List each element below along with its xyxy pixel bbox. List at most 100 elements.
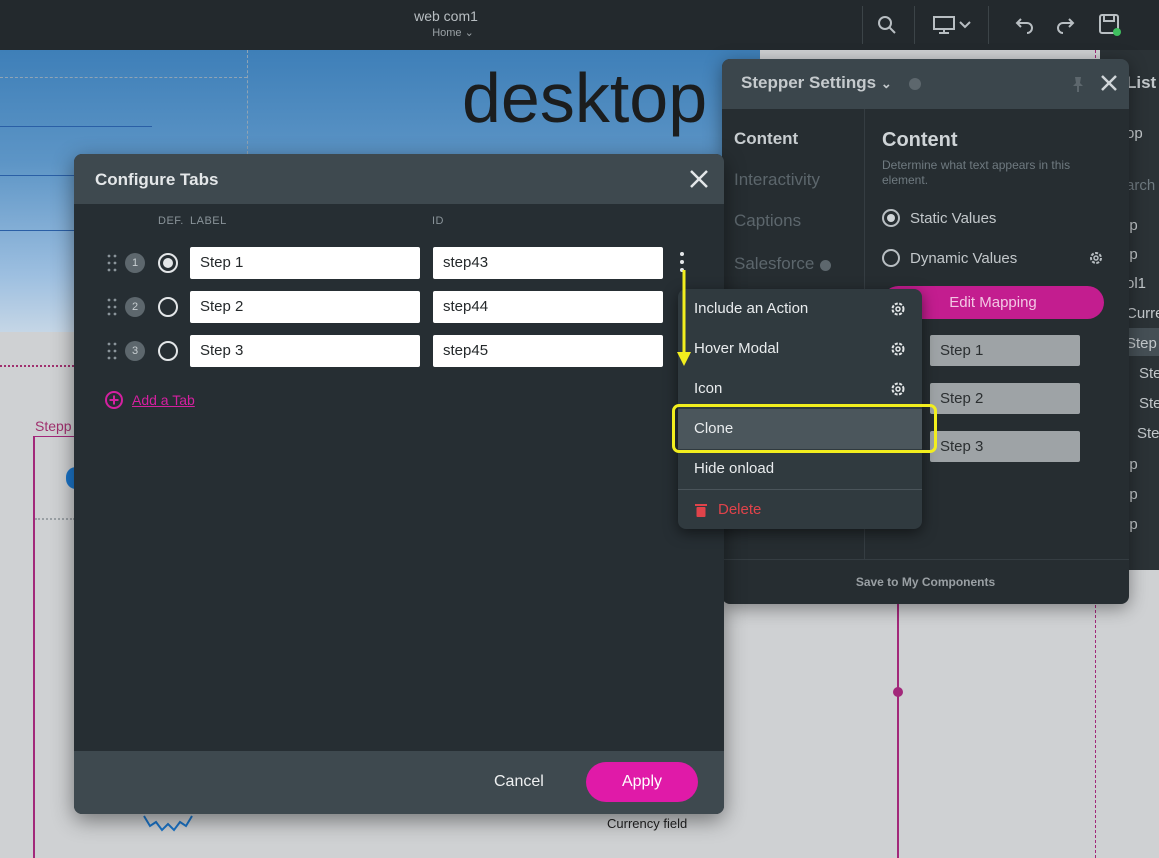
menu-item-hide-onload[interactable]: Hide onload [678,449,922,489]
id-input[interactable]: step45 [433,335,663,367]
radio-selected[interactable] [882,209,900,227]
default-radio[interactable] [158,341,178,361]
selection-outline [33,436,74,437]
redo-button[interactable] [1052,10,1080,40]
configure-tabs-modal: Configure Tabs DEF. LABEL ID 1 Step 1 st… [74,154,724,814]
nav-salesforce[interactable]: Salesforce [734,254,814,274]
tab-row: 1 Step 1 step43 [74,247,724,279]
panel-title[interactable]: Stepper Settings ⌄ [741,73,892,93]
guide-line [0,230,74,231]
column-header-label: LABEL [190,215,227,227]
list-item[interactable]: Step [1126,335,1157,352]
resize-handle[interactable] [893,687,903,697]
close-icon[interactable] [688,168,710,190]
menu-item-hover-modal[interactable]: Hover Modal [678,329,922,369]
nav-interactivity[interactable]: Interactivity [734,170,820,190]
list-search[interactable]: arch [1126,177,1155,194]
list-item[interactable]: ol1 [1126,275,1146,292]
modal-footer: Cancel Apply [74,751,724,814]
selection-outline [897,604,899,858]
annotation-arrow [677,270,691,366]
modal-header: Configure Tabs [74,154,724,204]
default-radio[interactable] [158,297,178,317]
radio-unselected[interactable] [882,249,900,267]
guide-line [247,50,248,154]
search-icon [878,16,896,34]
default-radio[interactable] [158,253,178,273]
row-number: 2 [125,297,145,317]
undo-button[interactable] [1010,10,1038,40]
content-title: Content [882,129,958,151]
menu-item-delete[interactable]: Delete [678,490,922,530]
pin-icon[interactable] [1070,75,1086,93]
gear-icon[interactable] [890,341,906,357]
chevron-down-icon: ⌄ [880,76,892,91]
device-selector[interactable] [930,10,974,40]
desktop-icon [933,16,955,34]
close-icon[interactable] [1100,74,1118,92]
info-icon[interactable] [909,78,921,90]
static-values-label: Static Values [910,209,997,227]
column-header-default: DEF. [158,215,184,227]
drag-handle-icon[interactable] [107,298,117,316]
step-field[interactable]: Step 3 [930,431,1080,462]
list-panel-title: List [1126,73,1157,92]
list-item[interactable]: Curre [1126,305,1159,322]
menu-item-label: Hover Modal [694,340,780,357]
apply-button[interactable]: Apply [586,762,698,802]
label-input[interactable]: Step 2 [190,291,420,323]
label-input[interactable]: Step 1 [190,247,420,279]
content-section: Content Determine what text appears in t… [882,129,1122,188]
dynamic-values-option[interactable]: Dynamic Values [882,249,1017,267]
step-field[interactable]: Step 1 [930,335,1080,366]
drag-handle-icon[interactable] [107,254,117,272]
guide-line [0,77,247,78]
delete-label: Delete [718,501,762,518]
dynamic-values-label: Dynamic Values [910,249,1018,267]
menu-item-label: Include an Action [694,300,809,317]
label-input[interactable]: Step 3 [190,335,420,367]
modal-title: Configure Tabs [95,170,219,189]
list-item[interactable]: Ste [1137,425,1159,442]
divider [862,6,863,44]
gear-icon[interactable] [890,301,906,317]
panel-header: Stepper Settings ⌄ [722,59,1129,109]
nav-content[interactable]: Content [734,129,798,149]
chevron-down-icon [959,21,971,29]
gear-icon[interactable] [890,381,906,397]
guide-line [0,126,152,127]
drag-handle-icon[interactable] [107,342,117,360]
redo-icon [1057,18,1075,34]
step-field[interactable]: Step 2 [930,383,1080,414]
info-icon [820,260,831,271]
search-button[interactable] [872,10,902,40]
cancel-button[interactable]: Cancel [494,773,544,791]
plus-circle-icon [105,391,123,409]
menu-item-icon[interactable]: Icon [678,369,922,409]
page-name: Home [432,27,462,39]
list-item[interactable]: Ste [1139,395,1159,412]
nav-captions[interactable]: Captions [734,211,801,231]
top-bar: web com1 Home ⌄ [0,0,1159,50]
save-button[interactable] [1096,10,1124,40]
trash-icon [695,504,707,517]
tab-row: 2 Step 2 step44 [74,291,724,323]
add-tab-button[interactable]: Add a Tab [104,390,195,410]
undo-icon [1015,18,1033,34]
static-values-option[interactable]: Static Values [882,209,996,227]
column-header-id: ID [432,215,444,227]
save-to-components-button[interactable]: Save to My Components [722,559,1129,604]
guide-line [0,175,74,176]
divider [914,6,915,44]
currency-field-label: Currency field [607,816,688,831]
panel-title-text: Stepper Settings [741,73,877,92]
id-input[interactable]: step43 [433,247,663,279]
list-item[interactable]: Ste [1139,365,1159,382]
menu-item-label: Icon [694,380,723,397]
menu-item-include-action[interactable]: Include an Action [678,289,922,329]
guide-line [35,518,75,520]
page-selector[interactable]: Home ⌄ [380,26,526,39]
id-input[interactable]: step44 [433,291,663,323]
gear-icon[interactable] [1088,250,1104,266]
site-name: web com1 [414,8,478,24]
